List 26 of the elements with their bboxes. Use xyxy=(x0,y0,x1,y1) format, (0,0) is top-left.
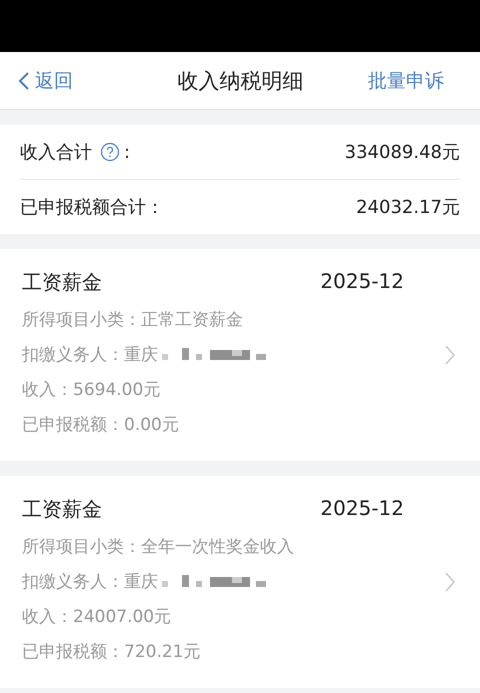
record-title: 工资薪金 xyxy=(22,496,102,522)
record-period: 2025-12 xyxy=(320,268,404,294)
page-title: 收入纳税明细 xyxy=(178,68,304,94)
summary-value: 24032.17元 xyxy=(356,196,460,219)
detail-text: 已申报税额：720.21元 xyxy=(22,640,200,662)
chevron-right-icon xyxy=(444,571,456,593)
detail-text: 已申报税额：0.00元 xyxy=(22,414,179,436)
detail-text: 收入：24007.00元 xyxy=(22,606,172,628)
chevron-right-icon xyxy=(444,344,456,366)
record-title: 工资薪金 xyxy=(22,268,102,296)
batch-appeal-button[interactable]: 批量申诉 xyxy=(368,68,444,94)
detail-text: 所得项目小类：正常工资薪金 xyxy=(22,308,243,330)
colon-mark: : xyxy=(124,142,130,162)
summary-label: 收入合计 xyxy=(20,141,92,164)
record-period: 2025-12 xyxy=(320,496,404,522)
back-button[interactable]: 返回 xyxy=(18,68,73,94)
summary-value: 334089.48元 xyxy=(344,141,460,164)
help-icon[interactable] xyxy=(100,142,120,162)
detail-text: 扣缴义务人：重庆 xyxy=(22,570,158,592)
chevron-left-icon xyxy=(18,70,30,90)
detail-text: 收入：5694.00元 xyxy=(22,378,160,400)
record-card[interactable]: 工资薪金 2025-12 所得项目小类：正常工资薪金 扣缴义务人：重庆 收入：5694.00元 已申报税额：0.00元 xyxy=(0,249,480,461)
summary-label: 已申报税额合计： xyxy=(20,196,164,219)
detail-text: 扣缴义务人：重庆 xyxy=(22,344,158,366)
record-card[interactable]: 工资薪金 2025-12 所得项目小类：全年一次性奖金收入 扣缴义务人：重庆 收入：24007.00元 已申报税额：720.21元 xyxy=(0,476,480,688)
detail-text: 所得项目小类：全年一次性奖金收入 xyxy=(22,536,294,558)
